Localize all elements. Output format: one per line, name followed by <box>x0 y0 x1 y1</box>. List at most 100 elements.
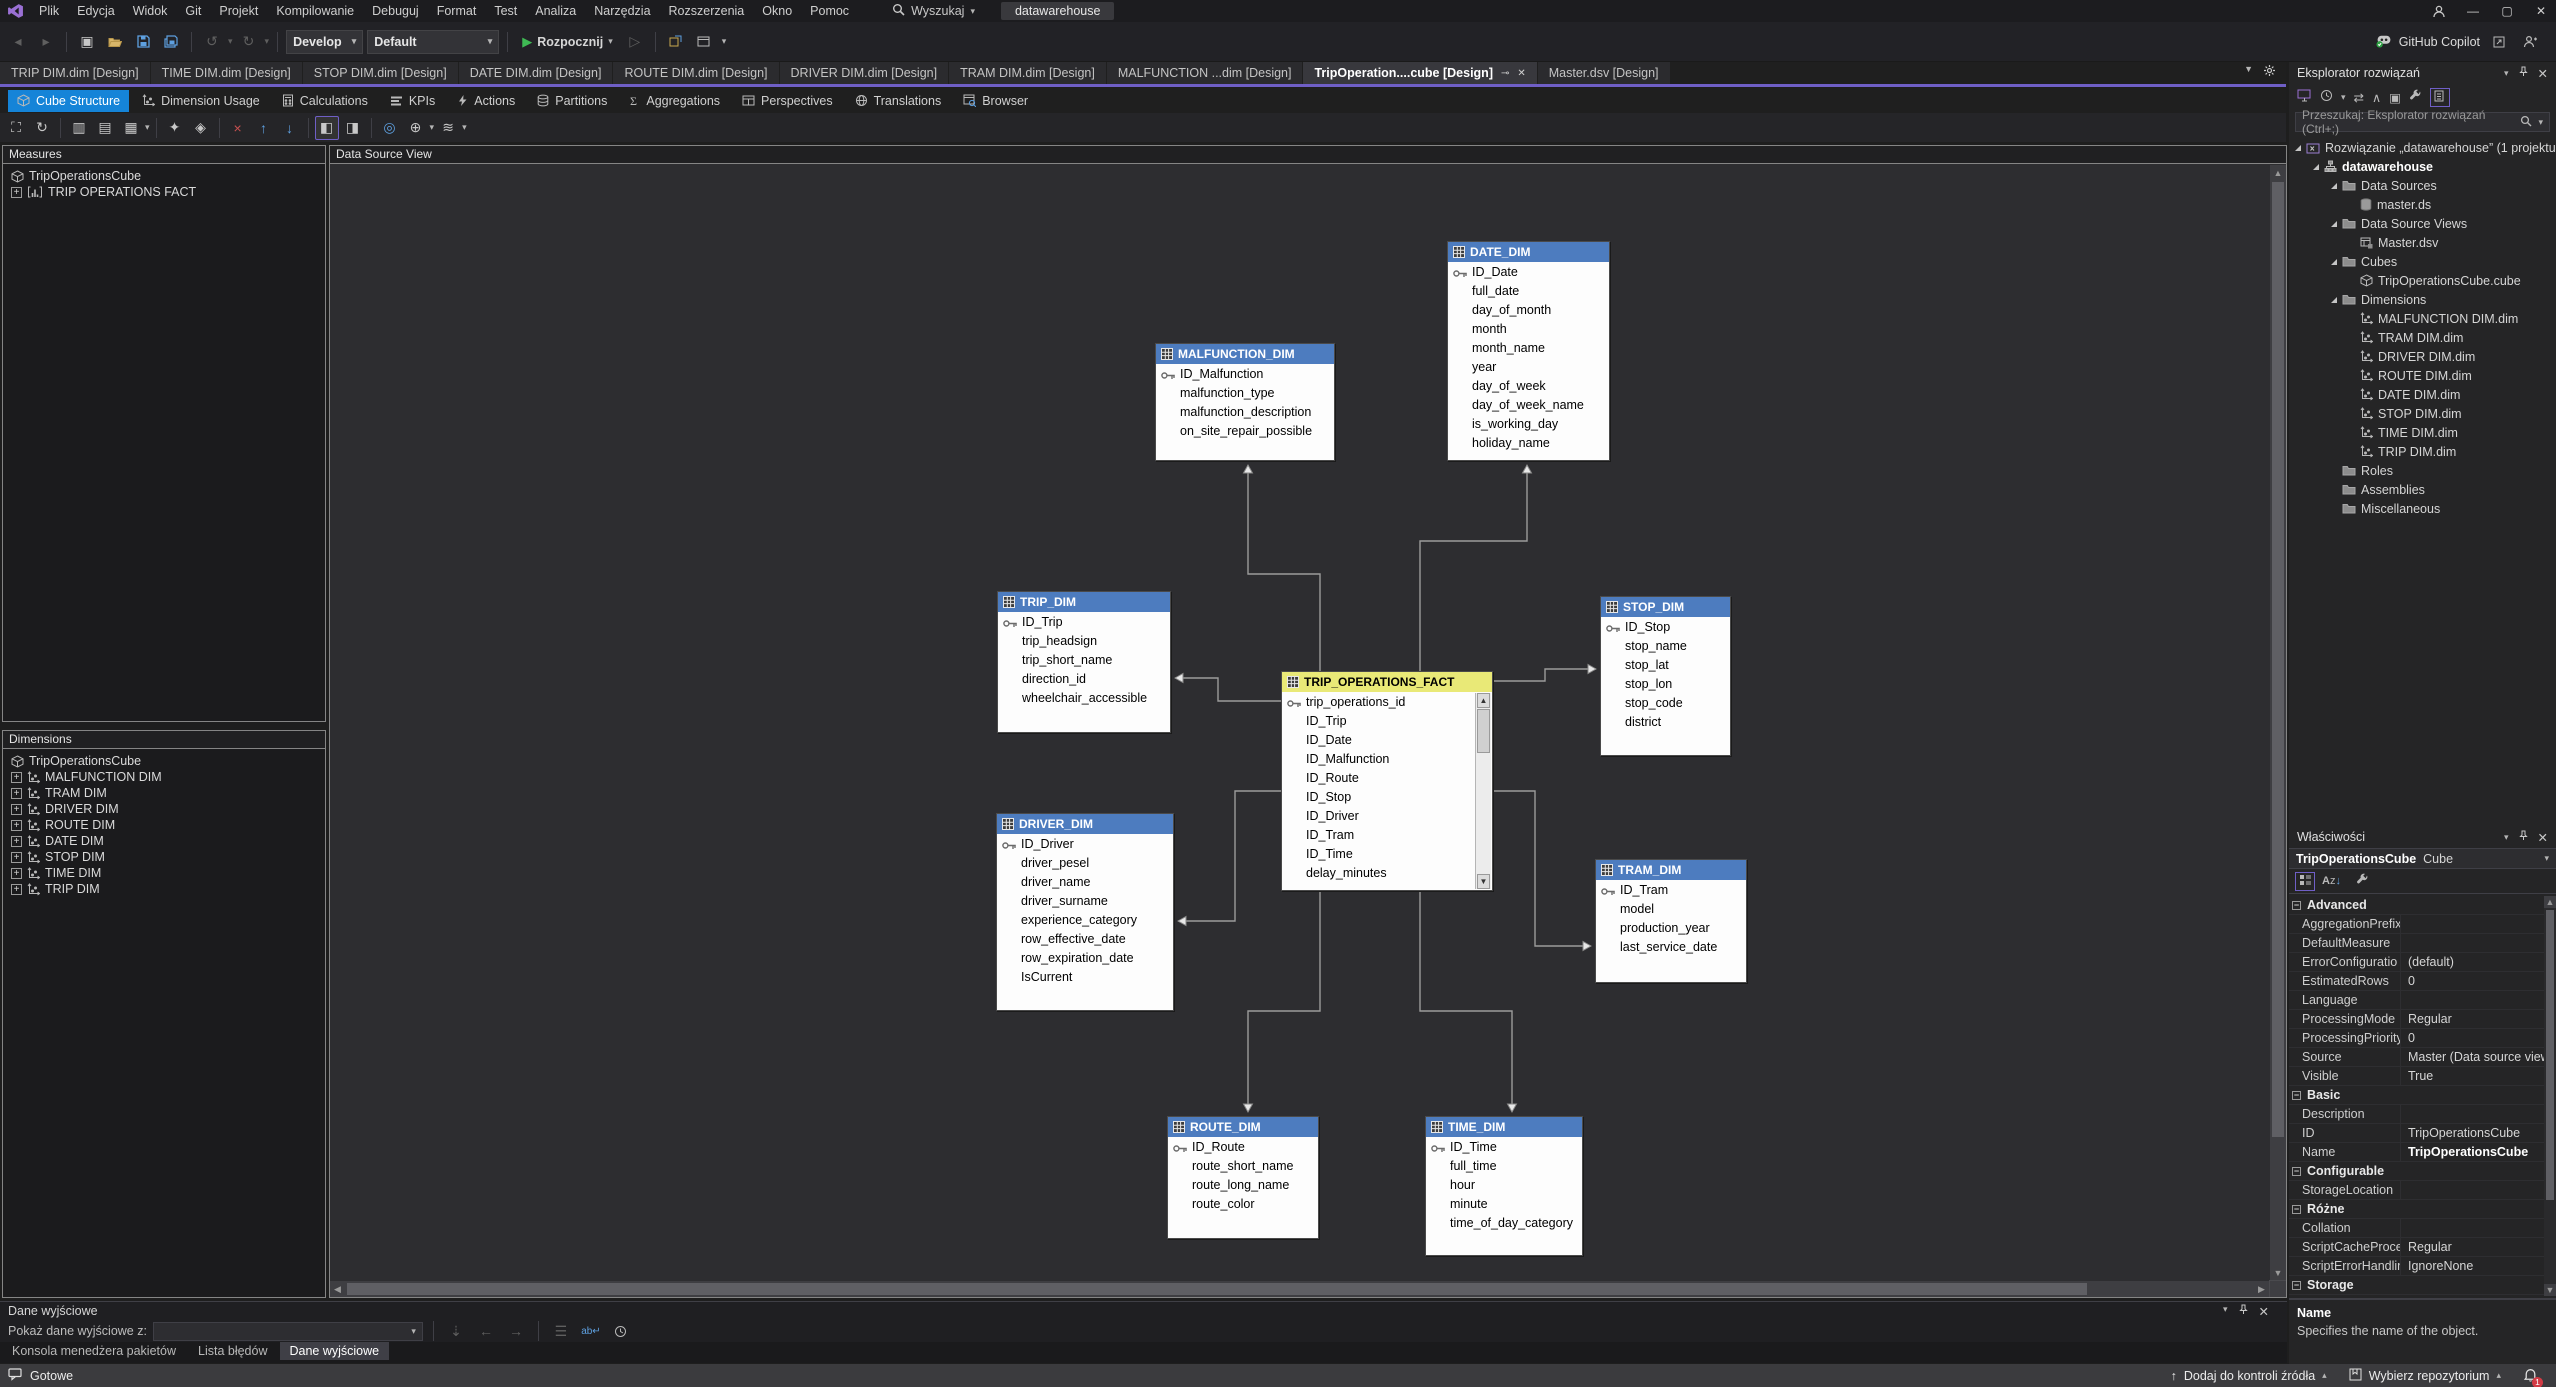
field-is_working_day[interactable]: is_working_day <box>1448 414 1609 433</box>
preview-icon[interactable] <box>692 30 716 54</box>
menu-test[interactable]: Test <box>485 0 526 22</box>
properties-scrollbar[interactable]: ▲ ▼ <box>2544 896 2556 1296</box>
panel-chevron-icon[interactable]: ▾ <box>2223 1304 2228 1319</box>
field-ID_Malfunction[interactable]: ID_Malfunction <box>1282 749 1492 768</box>
field-last_service_date[interactable]: last_service_date <box>1596 937 1746 956</box>
field-ID_Driver[interactable]: ID_Driver <box>997 834 1173 853</box>
solution-tree-item[interactable]: DATE DIM.dim <box>2289 385 2556 404</box>
panel-chevron-icon[interactable]: ▾ <box>2504 832 2509 843</box>
property-value[interactable]: 0 <box>2401 972 2544 991</box>
field-ID_Stop[interactable]: ID_Stop <box>1601 617 1730 636</box>
timestamp-icon[interactable] <box>609 1319 633 1343</box>
property-row-scriptcacheproce[interactable]: ScriptCacheProceRegular <box>2289 1238 2544 1257</box>
field-route_long_name[interactable]: route_long_name <box>1168 1175 1318 1194</box>
attach-icon[interactable] <box>664 30 688 54</box>
table-ROUTE_DIM[interactable]: ROUTE_DIMID_Routeroute_short_nameroute_l… <box>1167 1116 1319 1239</box>
table-TRIP_DIM[interactable]: TRIP_DIMID_Triptrip_headsigntrip_short_n… <box>997 591 1171 733</box>
editor-tab[interactable]: TIME DIM.dim [Design] <box>151 62 302 84</box>
collapse-section-icon[interactable]: − <box>2292 1091 2301 1100</box>
start-without-debug-icon[interactable]: ▷ <box>623 30 647 54</box>
field-malfunction_type[interactable]: malfunction_type <box>1156 383 1334 402</box>
menu-debuguj[interactable]: Debuguj <box>363 0 428 22</box>
property-value[interactable] <box>2401 1181 2544 1200</box>
property-row-id[interactable]: IDTripOperationsCube <box>2289 1124 2544 1143</box>
dimension-row[interactable]: +MALFUNCTION DIM <box>3 769 325 785</box>
expand-icon[interactable]: + <box>11 868 22 879</box>
word-wrap-icon[interactable]: ab↵ <box>579 1319 603 1343</box>
field-row_expiration_date[interactable]: row_expiration_date <box>997 948 1173 967</box>
table-STOP_DIM[interactable]: STOP_DIMID_Stopstop_namestop_latstop_lon… <box>1600 596 1731 756</box>
menu-okno[interactable]: Okno <box>753 0 801 22</box>
field-minute[interactable]: minute <box>1426 1194 1582 1213</box>
field-model[interactable]: model <box>1596 899 1746 918</box>
expand-icon[interactable]: + <box>11 884 22 895</box>
pin-icon[interactable] <box>2238 1304 2249 1319</box>
new-calculated-member-icon[interactable]: ✦ <box>163 116 187 140</box>
dimension-row[interactable]: +DATE DIM <box>3 833 325 849</box>
expanded-arrow-icon[interactable] <box>2295 145 2301 151</box>
dimension-row[interactable]: +TIME DIM <box>3 865 325 881</box>
solution-tree-item[interactable]: Assemblies <box>2289 480 2556 499</box>
solution-tree-item[interactable]: datawarehouse <box>2289 157 2556 176</box>
editor-tab[interactable]: TripOperation....cube [Design]⊸✕ <box>1303 62 1536 84</box>
menu-analiza[interactable]: Analiza <box>526 0 585 22</box>
property-row-description[interactable]: Description <box>2289 1105 2544 1124</box>
account-icon[interactable] <box>2424 0 2454 22</box>
measures-grid-icon[interactable]: ▦ <box>119 116 143 140</box>
diagram-horizontal-scrollbar[interactable]: ◀ ▶ <box>330 1281 2269 1297</box>
field-time_of_day_category[interactable]: time_of_day_category <box>1426 1213 1582 1232</box>
field-ID_Driver[interactable]: ID_Driver <box>1282 806 1492 825</box>
field-holiday_name[interactable]: holiday_name <box>1448 433 1609 452</box>
solution-tree-item[interactable]: master.ds <box>2289 195 2556 214</box>
notifications-bell-button[interactable]: 1 <box>2523 1367 2538 1385</box>
field-day_of_week[interactable]: day_of_week <box>1448 376 1609 395</box>
send-feedback-icon[interactable] <box>2487 30 2511 54</box>
designer-tab-aggregations[interactable]: ΣAggregations <box>620 90 729 112</box>
solution-tree-item[interactable]: ROUTE DIM.dim <box>2289 366 2556 385</box>
solution-tree-item[interactable]: Cubes <box>2289 252 2556 271</box>
property-row-scripterrorhandlin[interactable]: ScriptErrorHandlinIgnoreNone <box>2289 1257 2544 1276</box>
field-month_name[interactable]: month_name <box>1448 338 1609 357</box>
solution-tree-item[interactable]: TRAM DIM.dim <box>2289 328 2556 347</box>
solution-platform-combo[interactable]: Default▾ <box>367 30 499 54</box>
table-DRIVER_DIM[interactable]: DRIVER_DIMID_Driverdriver_peseldriver_na… <box>996 813 1174 1011</box>
scroll-thumb[interactable] <box>1477 709 1490 753</box>
editor-tab[interactable]: TRAM DIM.dim [Design] <box>949 62 1106 84</box>
expand-icon[interactable]: + <box>11 187 22 198</box>
expanded-arrow-icon[interactable] <box>2331 183 2337 189</box>
menu-kompilowanie[interactable]: Kompilowanie <box>267 0 363 22</box>
start-debug-button[interactable]: ▶ Rozpocznij ▾ <box>516 30 619 54</box>
table-DATE_DIM[interactable]: DATE_DIMID_Datefull_dateday_of_monthmont… <box>1447 241 1610 461</box>
solution-tree-item[interactable]: Roles <box>2289 461 2556 480</box>
measure-group-row[interactable]: +TRIP OPERATIONS FACT <box>3 184 325 200</box>
show-all-files-icon[interactable] <box>2430 88 2450 107</box>
designer-tab-calculations[interactable]: Calculations <box>273 90 377 112</box>
table-header-STOP_DIM[interactable]: STOP_DIM <box>1601 597 1730 617</box>
solution-tree-item[interactable]: Master.dsv <box>2289 233 2556 252</box>
table-header-ROUTE_DIM[interactable]: ROUTE_DIM <box>1168 1117 1318 1137</box>
output-tab-konsola-menedżera-pakietów[interactable]: Konsola menedżera pakietów <box>2 1342 186 1360</box>
field-trip_headsign[interactable]: trip_headsign <box>998 631 1170 650</box>
editor-tab[interactable]: ROUTE DIM.dim [Design] <box>613 62 778 84</box>
feedback-icon[interactable] <box>8 1368 22 1384</box>
property-value[interactable]: (default) <box>2401 953 2544 972</box>
designer-tab-browser[interactable]: Browser <box>954 90 1037 112</box>
output-source-combo[interactable]: ▾ <box>153 1322 423 1341</box>
expanded-arrow-icon[interactable] <box>2331 221 2337 227</box>
close-window-button[interactable]: ✕ <box>2526 0 2556 22</box>
delete-icon[interactable]: × <box>226 116 250 140</box>
field-trip_short_name[interactable]: trip_short_name <box>998 650 1170 669</box>
property-pages-wrench-icon[interactable] <box>2356 873 2369 889</box>
solution-tree-item[interactable]: TIME DIM.dim <box>2289 423 2556 442</box>
field-row_effective_date[interactable]: row_effective_date <box>997 929 1173 948</box>
field-ID_Date[interactable]: ID_Date <box>1282 730 1492 749</box>
solution-tree-item[interactable]: TripOperationsCube.cube <box>2289 271 2556 290</box>
expand-icon[interactable]: + <box>11 820 22 831</box>
sync-with-active-document-icon[interactable]: ⇄ <box>2354 90 2364 105</box>
property-row-storagelocation[interactable]: StorageLocation <box>2289 1181 2544 1200</box>
field-full_date[interactable]: full_date <box>1448 281 1609 300</box>
table-scrollbar[interactable]: ▲▼ <box>1475 693 1491 889</box>
field-ID_Trip[interactable]: ID_Trip <box>1282 711 1492 730</box>
github-copilot-icon[interactable] <box>2376 33 2392 51</box>
field-ID_Malfunction[interactable]: ID_Malfunction <box>1156 364 1334 383</box>
